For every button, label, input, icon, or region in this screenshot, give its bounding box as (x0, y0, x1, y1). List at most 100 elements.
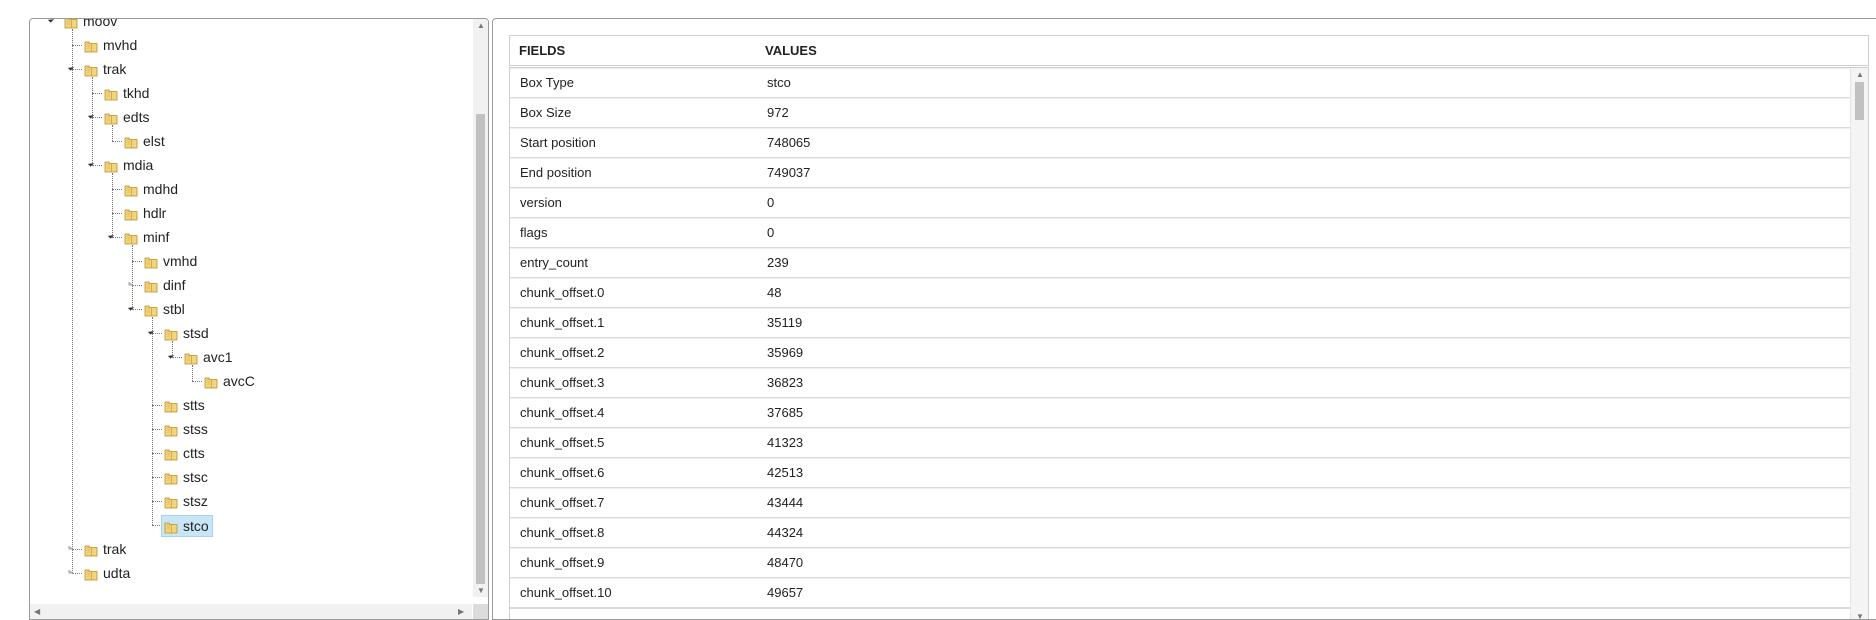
tree-node-tkhd[interactable]: tkhd (104, 83, 149, 103)
table-row[interactable]: flags 0 (510, 218, 1850, 249)
folder-icon (84, 542, 98, 557)
tree-node-stsc[interactable]: stsc (164, 467, 208, 487)
tree-node-stts[interactable]: stts (164, 395, 205, 415)
table-row[interactable]: version 0 (510, 188, 1850, 219)
table-row[interactable]: Box Type stco (510, 68, 1850, 99)
scroll-up-arrow-icon[interactable]: ▲ (1856, 71, 1864, 79)
tree-connector-line (112, 173, 113, 237)
folder-icon (124, 182, 138, 197)
field-value-cell: 35119 (767, 315, 803, 330)
tree-node-box[interactable]: mdhd (124, 179, 178, 199)
tree-node-hdlr[interactable]: hdlr (124, 203, 166, 223)
table-row[interactable]: chunk_offset.1 35119 (510, 308, 1850, 339)
tree-vertical-scroll-thumb[interactable] (476, 114, 485, 584)
tree-node-stsz[interactable]: stsz (164, 491, 208, 511)
tree-node-vmhd[interactable]: vmhd (144, 251, 197, 271)
field-name-cell: chunk_offset.1 (520, 315, 605, 330)
field-value-cell: 48 (767, 285, 782, 300)
tree-node-box[interactable]: stsd (164, 323, 209, 343)
tree-node-box[interactable]: ctts (164, 443, 205, 463)
tree-node-edts[interactable]: edts (104, 107, 149, 127)
tree-node-box[interactable]: stco (161, 515, 213, 537)
tree-node-stbl[interactable]: stbl (144, 299, 185, 319)
tree-node-box[interactable]: udta (84, 563, 130, 583)
tree-vertical-scrollbar[interactable]: ▲ ▼ (473, 19, 488, 597)
scroll-up-arrow-icon[interactable]: ▲ (477, 22, 485, 30)
tree-node-trak[interactable]: trak (84, 539, 126, 559)
table-row[interactable]: chunk_offset.5 41323 (510, 428, 1850, 459)
table-row[interactable]: chunk_offset.10 49657 (510, 578, 1850, 609)
tree-node-box[interactable]: stsz (164, 491, 208, 511)
tree-node-box[interactable]: edts (104, 107, 149, 127)
expand-arrow-icon[interactable] (128, 281, 134, 286)
tree-node-box[interactable]: dinf (144, 275, 186, 295)
tree-node-mdia[interactable]: mdia (104, 155, 153, 175)
expand-arrow-icon[interactable] (68, 545, 74, 550)
tree-node-box[interactable]: moov (64, 19, 117, 31)
tree-node-box[interactable]: minf (124, 227, 169, 247)
scroll-left-arrow-icon[interactable]: ◀ (34, 608, 40, 616)
folder-icon (84, 566, 98, 581)
tree-node-avcc[interactable]: avcC (204, 371, 255, 391)
tree-node-box[interactable]: vmhd (144, 251, 197, 271)
tree-connector-line (172, 357, 182, 358)
tree-connector-line (132, 285, 142, 286)
field-value-cell: 0 (767, 195, 775, 210)
table-row[interactable]: Start position 748065 (510, 128, 1850, 159)
table-row[interactable]: chunk_offset.7 43444 (510, 488, 1850, 519)
tree-node-box[interactable]: stbl (144, 299, 185, 319)
tree-node-stco[interactable]: stco (161, 515, 213, 537)
field-value-cell: 0 (767, 225, 775, 240)
scroll-down-arrow-icon[interactable]: ▼ (477, 587, 485, 595)
tree-node-mdhd[interactable]: mdhd (124, 179, 178, 199)
tree-node-box[interactable]: trak (84, 59, 126, 79)
tree-node-box[interactable]: mvhd (84, 35, 137, 55)
tree-node-elst[interactable]: elst (124, 131, 165, 151)
table-row[interactable]: chunk_offset.3 36823 (510, 368, 1850, 399)
tree-connector-line (152, 333, 162, 334)
tree-node-box[interactable]: avc1 (184, 347, 233, 367)
tree-node-stss[interactable]: stss (164, 419, 208, 439)
folder-icon (144, 302, 158, 317)
table-row[interactable]: End position 749037 (510, 158, 1850, 189)
tree-node-box[interactable]: stsc (164, 467, 208, 487)
table-row[interactable]: Box Size 972 (510, 98, 1850, 129)
field-name-cell: chunk_offset.6 (520, 465, 605, 480)
tree-node-box[interactable]: elst (124, 131, 165, 151)
table-vertical-scrollbar[interactable]: ▲ ▼ (1850, 68, 1868, 620)
table-row[interactable]: chunk_offset.4 37685 (510, 398, 1850, 429)
tree-node-label: ctts (183, 445, 205, 461)
table-row[interactable]: entry_count 239 (510, 248, 1850, 279)
tree-node-label: vmhd (163, 253, 198, 269)
tree-node-box[interactable]: stss (164, 419, 208, 439)
scroll-down-arrow-icon[interactable]: ▼ (1856, 613, 1864, 620)
tree-node-udta[interactable]: udta (84, 563, 130, 583)
tree-node-moov[interactable]: moov (64, 19, 117, 31)
tree-node-mvhd[interactable]: mvhd (84, 35, 137, 55)
expand-arrow-icon[interactable] (68, 569, 74, 574)
tree-connector-line (112, 213, 122, 214)
tree-node-trak[interactable]: trak (84, 59, 126, 79)
tree-node-avc1[interactable]: avc1 (184, 347, 233, 367)
tree-node-box[interactable]: stts (164, 395, 205, 415)
fields-column-header[interactable]: FIELDS (519, 36, 565, 65)
tree-node-stsd[interactable]: stsd (164, 323, 209, 343)
tree-node-label: hdlr (143, 205, 167, 221)
tree-node-box[interactable]: trak (84, 539, 126, 559)
tree-node-dinf[interactable]: dinf (144, 275, 186, 295)
values-column-header[interactable]: VALUES (765, 36, 817, 65)
table-vertical-scroll-thumb[interactable] (1855, 82, 1864, 120)
table-row[interactable]: chunk_offset.8 44324 (510, 518, 1850, 549)
tree-node-ctts[interactable]: ctts (164, 443, 205, 463)
tree-node-box[interactable]: avcC (204, 371, 255, 391)
tree-node-minf[interactable]: minf (124, 227, 169, 247)
tree-node-box[interactable]: hdlr (124, 203, 166, 223)
scroll-right-arrow-icon[interactable]: ▶ (458, 608, 464, 616)
table-row[interactable]: chunk_offset.0 48 (510, 278, 1850, 309)
tree-node-box[interactable]: tkhd (104, 83, 149, 103)
table-row[interactable]: chunk_offset.9 48470 (510, 548, 1850, 579)
table-row[interactable]: chunk_offset.2 35969 (510, 338, 1850, 369)
tree-node-box[interactable]: mdia (104, 155, 153, 175)
table-row[interactable]: chunk_offset.6 42513 (510, 458, 1850, 489)
collapse-arrow-icon[interactable] (47, 19, 55, 23)
